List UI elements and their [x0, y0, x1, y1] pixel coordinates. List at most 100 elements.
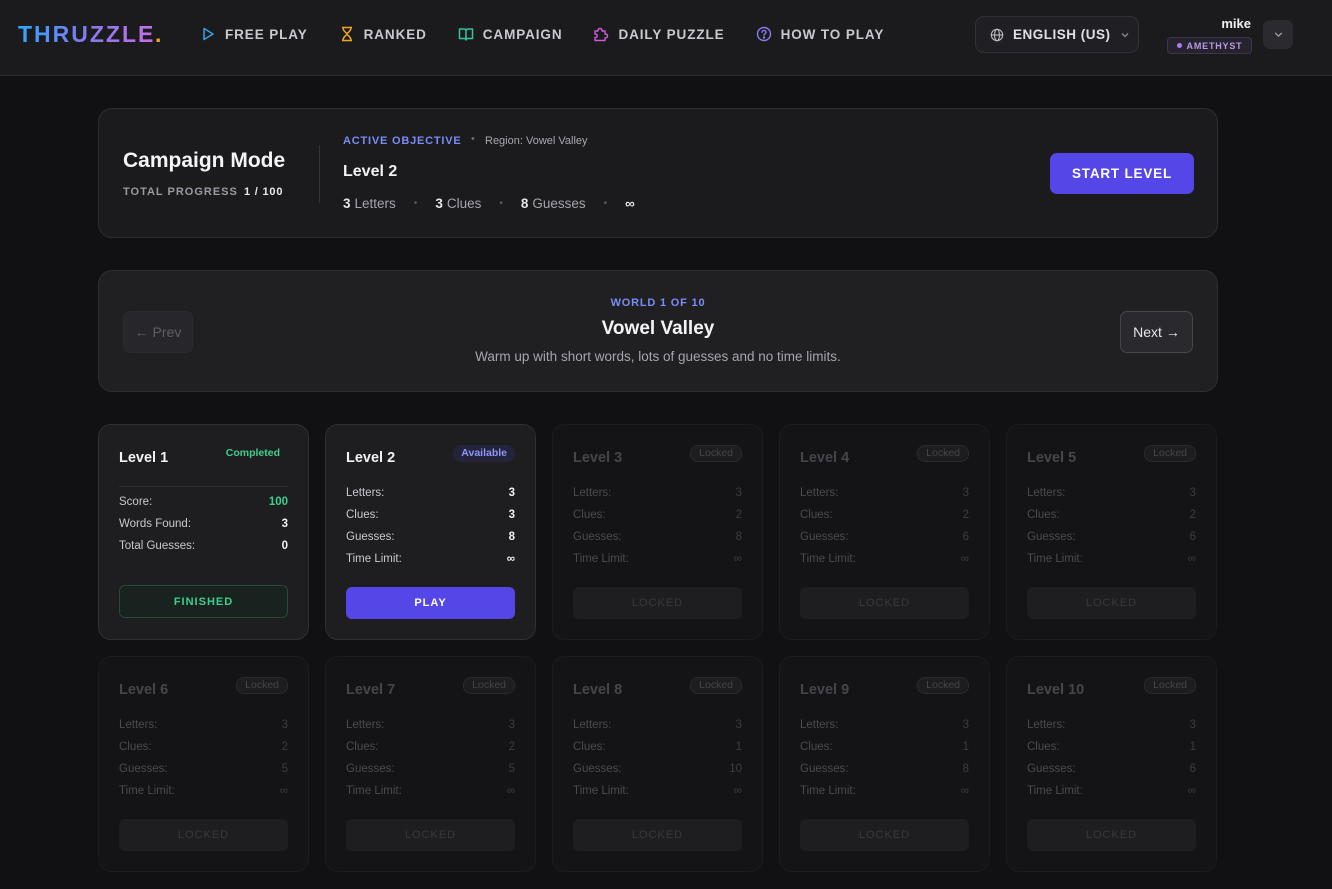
world-kicker: WORLD 1 OF 10 — [610, 297, 706, 309]
stat-value: 3 — [735, 487, 742, 499]
stat-value: 3 — [508, 719, 515, 731]
language-selector[interactable]: ENGLISH (US) — [975, 16, 1139, 53]
stat-label: Guesses: — [573, 531, 622, 543]
chevron-down-icon — [1121, 32, 1128, 37]
stat-row-letters: Letters: 3 — [573, 719, 742, 731]
objective-label: ACTIVE OBJECTIVE — [343, 135, 462, 147]
time-limit: ∞ — [625, 196, 635, 211]
stat-separator: • — [603, 198, 608, 209]
status-badge: Locked — [917, 445, 969, 462]
stat-label: Time Limit: — [346, 785, 402, 797]
locked-button: LOCKED — [800, 819, 969, 851]
logo-dot: . — [155, 21, 162, 47]
level-card-6: Level 6 Locked Letters: 3 Clues: 2 Guesses… — [98, 656, 309, 872]
stat-row-guesses: Guesses: 8 — [573, 531, 742, 543]
locked-button: LOCKED — [1027, 819, 1196, 851]
stat-label: Total Guesses: — [119, 540, 196, 552]
divider — [319, 145, 320, 203]
nav-how-to-play[interactable]: HOW TO PLAY — [756, 26, 885, 42]
stat-row-time-limit: Time Limit: ∞ — [346, 785, 515, 797]
stat-label: Time Limit: — [119, 785, 175, 797]
level-title: Level 8 — [573, 682, 623, 698]
stat-label: Clues: — [1027, 509, 1060, 521]
world-navigator: ← Prev WORLD 1 OF 10 Vowel Valley Warm u… — [98, 270, 1218, 392]
help-icon — [756, 26, 771, 42]
stat-value: 6 — [1189, 531, 1196, 543]
stat-row-guesses: Guesses: 10 — [573, 763, 742, 775]
objective-stats: 3 Letters • 3 Clues • 8 Guesses • ∞ — [343, 196, 639, 211]
level-card-2: Level 2 Available Letters: 3 Clues: 3 Gu… — [325, 424, 536, 640]
user-menu-button[interactable] — [1263, 20, 1293, 49]
stat-label: Clues: — [573, 741, 606, 753]
nav-ranked[interactable]: RANKED — [339, 26, 427, 42]
status-badge: Locked — [917, 677, 969, 694]
progress-value: 1 / 100 — [244, 186, 284, 198]
stat-row-clues: Clues: 2 — [119, 741, 288, 753]
stat-label: Clues: — [1027, 741, 1060, 753]
language-label: ENGLISH (US) — [1013, 27, 1111, 42]
stat-label: Time Limit: — [346, 553, 402, 565]
level-card-3: Level 3 Locked Letters: 3 Clues: 2 Guesses… — [552, 424, 763, 640]
stat-row-time-limit: Time Limit: ∞ — [573, 785, 742, 797]
stat-row-letters: Letters: 3 — [346, 487, 515, 499]
stat-value: 1 — [1189, 741, 1196, 753]
globe-icon — [990, 28, 1004, 41]
stat-label: Time Limit: — [1027, 553, 1083, 565]
nav-label: RANKED — [363, 26, 427, 42]
objective-level: Level 2 — [343, 163, 398, 180]
status-badge: Locked — [1144, 677, 1196, 694]
stat-label: Guesses: — [346, 531, 395, 543]
nav-campaign[interactable]: CAMPAIGN — [458, 26, 563, 42]
stat-row-guesses: Guesses: 5 — [346, 763, 515, 775]
stat-label: Score: — [119, 496, 153, 508]
rank-label: AMETHYST — [1186, 40, 1243, 51]
rank-badge: AMETHYST — [1167, 37, 1252, 54]
world-description: Warm up with short words, lots of guesse… — [475, 349, 841, 364]
stat-value: 1 — [962, 741, 969, 753]
stat-value: 1 — [735, 741, 742, 753]
start-level-button[interactable]: START LEVEL — [1050, 153, 1194, 194]
stat-row-clues: Clues: 2 — [573, 509, 742, 521]
stat-label: Time Limit: — [800, 553, 856, 565]
stat-row-total-guesses: Total Guesses: 0 — [119, 540, 288, 552]
stat-label: Letters: — [119, 719, 158, 731]
status-badge: Locked — [1144, 445, 1196, 462]
nav-label: CAMPAIGN — [482, 26, 563, 42]
stat-value: 5 — [281, 763, 288, 775]
stat-value: 6 — [962, 531, 969, 543]
stat-label: Letters: — [800, 719, 839, 731]
status-badge: Locked — [463, 677, 515, 694]
world-title: Vowel Valley — [601, 318, 715, 339]
logo[interactable]: THRUZZLE — [18, 21, 155, 48]
status-badge: Completed — [225, 447, 280, 459]
level-card-5: Level 5 Locked Letters: 3 Clues: 2 Guesses… — [1006, 424, 1217, 640]
stat-value: ∞ — [506, 785, 515, 797]
level-card-7: Level 7 Locked Letters: 3 Clues: 2 Guesses… — [325, 656, 536, 872]
stat-value: 3 — [281, 719, 288, 731]
stat-label: Letters: — [800, 487, 839, 499]
stat-label: Guesses: — [800, 763, 849, 775]
play-icon — [203, 27, 214, 41]
stat-value: 3 — [1189, 719, 1196, 731]
chevron-down-icon — [1274, 32, 1282, 38]
stat-row-letters: Letters: 3 — [800, 719, 969, 731]
stat-label: Guesses: — [1027, 763, 1076, 775]
stat-label: Letters: — [573, 487, 612, 499]
stat-value: 8 — [735, 531, 742, 543]
top-nav: THRUZZLE . FREE PLAY RANKED CAMPAIGN DAI… — [0, 0, 1332, 76]
campaign-panel: Campaign Mode TOTAL PROGRESS 1 / 100 ACT… — [98, 108, 1218, 238]
locked-button: LOCKED — [800, 587, 969, 619]
stat-label: Clues: — [346, 509, 379, 521]
stat-row-letters: Letters: 3 — [119, 719, 288, 731]
next-world-button[interactable]: Next → — [1120, 311, 1193, 353]
stat-row-letters: Letters: 3 — [573, 487, 742, 499]
stat-label: Letters: — [346, 487, 385, 499]
finished-button[interactable]: FINISHED — [119, 585, 288, 618]
nav-free-play[interactable]: FREE PLAY — [200, 26, 308, 42]
play-button[interactable]: PLAY — [346, 587, 515, 619]
stat-row-clues: Clues: 2 — [800, 509, 969, 521]
stat-value: ∞ — [1187, 785, 1196, 797]
stat-value: ∞ — [279, 785, 288, 797]
nav-daily-puzzle[interactable]: DAILY PUZZLE — [593, 26, 724, 42]
stat-value: 2 — [281, 741, 288, 753]
